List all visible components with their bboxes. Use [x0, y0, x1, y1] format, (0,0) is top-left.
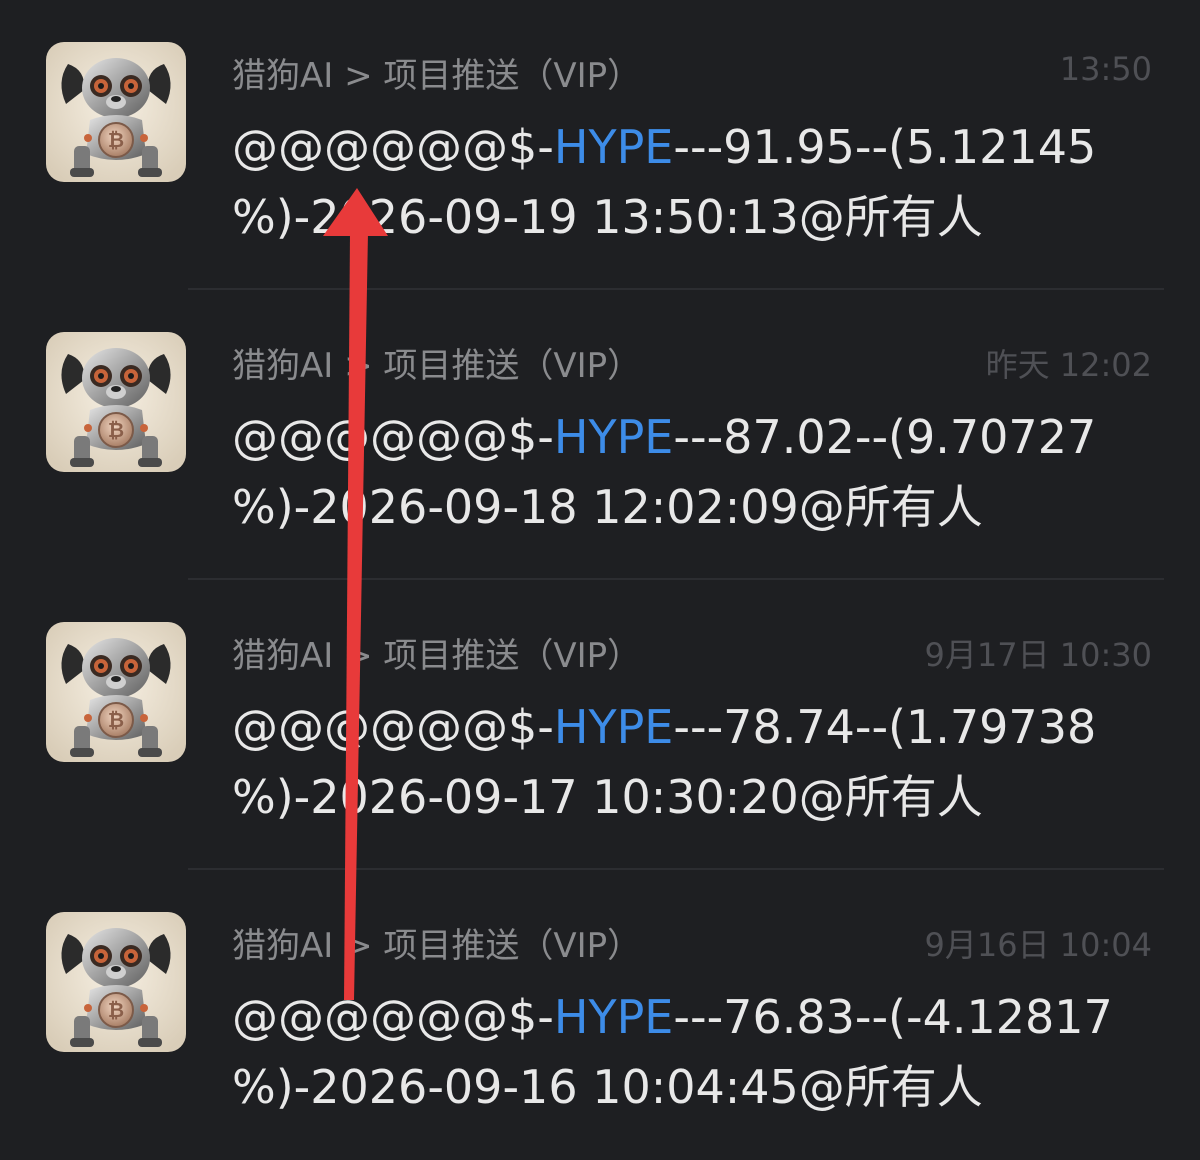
svg-text:₿: ₿	[108, 708, 124, 732]
message-line-1: @@@@@@$-HYPE---91.95--(5.12145	[232, 112, 1096, 182]
message-time: 昨天 12:02	[985, 346, 1152, 384]
list-item[interactable]: ₿ 猎狗AI > 项目推送（VIP） 9月17日 10:30 @@@@@@$-H…	[0, 580, 1200, 870]
svg-text:₿: ₿	[108, 128, 124, 152]
robot-dog-bitcoin-avatar-icon[interactable]: ₿	[46, 912, 186, 1052]
message-line-2: %)-2026-09-19 13:50:13@所有人	[232, 190, 983, 244]
robot-dog-bitcoin-avatar-icon[interactable]: ₿	[46, 42, 186, 182]
message-prefix: @@@@@@$-	[232, 410, 554, 464]
message-suffix: ---87.02--(9.70727	[673, 410, 1097, 464]
svg-text:₿: ₿	[108, 998, 124, 1022]
chat-title: 猎狗AI > 项目推送（VIP）	[232, 346, 642, 386]
list-item[interactable]: ₿ 猎狗AI > 项目推送（VIP） 9月16日 10:04 @@@@@@$-H…	[0, 870, 1200, 1160]
robot-dog-bitcoin-avatar-icon[interactable]: ₿	[46, 622, 186, 762]
message-line-1: @@@@@@$-HYPE---76.83--(-4.12817	[232, 982, 1113, 1052]
message-line-2: %)-2026-09-16 10:04:45@所有人	[232, 1060, 983, 1114]
list-item[interactable]: ₿ 猎狗AI > 项目推送（VIP） 昨天 12:02 @@@@@@$-HYPE…	[0, 290, 1200, 580]
ticker-link[interactable]: HYPE	[554, 120, 674, 174]
message-suffix: ---91.95--(5.12145	[673, 120, 1097, 174]
chat-title: 猎狗AI > 项目推送（VIP）	[232, 636, 642, 676]
robot-dog-bitcoin-avatar-icon[interactable]: ₿	[46, 332, 186, 472]
message-preview: @@@@@@$-HYPE---91.95--(5.12145 %)-2026-0…	[232, 112, 1096, 252]
message-preview: @@@@@@$-HYPE---87.02--(9.70727 %)-2026-0…	[232, 402, 1096, 542]
svg-text:₿: ₿	[108, 418, 124, 442]
message-line-1: @@@@@@$-HYPE---78.74--(1.79738	[232, 692, 1096, 762]
message-suffix: ---76.83--(-4.12817	[673, 990, 1113, 1044]
ticker-link[interactable]: HYPE	[554, 700, 674, 754]
chat-title: 猎狗AI > 项目推送（VIP）	[232, 56, 642, 96]
message-suffix: ---78.74--(1.79738	[673, 700, 1097, 754]
message-prefix: @@@@@@$-	[232, 700, 554, 754]
message-line-1: @@@@@@$-HYPE---87.02--(9.70727	[232, 402, 1096, 472]
ticker-link[interactable]: HYPE	[554, 410, 674, 464]
message-line-2: %)-2026-09-18 12:02:09@所有人	[232, 480, 983, 534]
message-time: 9月16日 10:04	[924, 926, 1152, 964]
chat-title: 猎狗AI > 项目推送（VIP）	[232, 926, 642, 966]
message-prefix: @@@@@@$-	[232, 990, 554, 1044]
message-time: 9月17日 10:30	[924, 636, 1152, 674]
message-preview: @@@@@@$-HYPE---76.83--(-4.12817 %)-2026-…	[232, 982, 1113, 1122]
ticker-link[interactable]: HYPE	[554, 990, 674, 1044]
message-line-2: %)-2026-09-17 10:30:20@所有人	[232, 770, 983, 824]
message-preview: @@@@@@$-HYPE---78.74--(1.79738 %)-2026-0…	[232, 692, 1096, 832]
message-list: ₿ 猎狗AI > 项目推送（VIP） 13:50 @@@@@@$-HYPE---…	[0, 0, 1200, 1139]
message-prefix: @@@@@@$-	[232, 120, 554, 174]
list-item[interactable]: ₿ 猎狗AI > 项目推送（VIP） 13:50 @@@@@@$-HYPE---…	[0, 0, 1200, 290]
message-time: 13:50	[1059, 50, 1152, 88]
